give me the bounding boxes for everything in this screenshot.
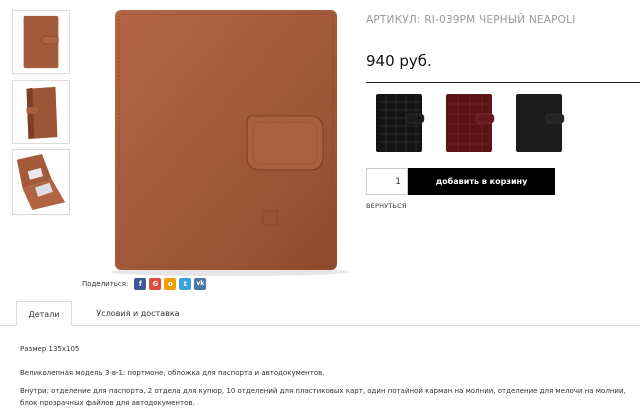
share-bar: Поделиться: f G о t vk xyxy=(82,277,209,291)
share-label: Поделиться: xyxy=(82,280,129,288)
google-plus-icon[interactable]: G xyxy=(149,278,162,290)
product-main-image xyxy=(105,6,355,276)
tab-delivery[interactable]: Условия и доставка xyxy=(86,301,190,326)
thumbnail-open[interactable] xyxy=(12,149,70,215)
variant-black-croc-image xyxy=(376,94,425,152)
thumbnail-front[interactable] xyxy=(12,10,70,74)
thumbnail-side[interactable] xyxy=(12,80,70,144)
back-link[interactable]: ВЕРНУТЬСЯ xyxy=(366,202,407,210)
quantity-input[interactable] xyxy=(366,168,408,195)
wallet-side-image xyxy=(13,81,69,143)
variant-black-smooth-image xyxy=(516,94,565,152)
variant-black-croc[interactable] xyxy=(366,88,434,158)
product-price: 940 руб. xyxy=(366,52,432,70)
odnoklassniki-icon[interactable]: о xyxy=(164,278,177,290)
variant-bordeaux-croc[interactable] xyxy=(436,88,504,158)
color-variants xyxy=(366,88,576,158)
facebook-icon[interactable]: f xyxy=(134,278,147,290)
tab-details[interactable]: Детали xyxy=(16,301,72,326)
product-sku: АРТИКУЛ: RI-039PM ЧЕРНЫЙ NEAPOLI xyxy=(366,14,576,26)
wallet-open-image xyxy=(13,150,69,214)
variant-bordeaux-croc-image xyxy=(446,94,495,152)
vk-icon[interactable]: vk xyxy=(194,278,207,290)
description-inside: Внутри: отделение для паспорта, 2 отдела… xyxy=(20,387,626,407)
variant-black-smooth[interactable] xyxy=(506,88,574,158)
divider xyxy=(366,82,640,83)
wallet-front-image xyxy=(13,11,69,73)
description-model: Великолепная модель 3-в-1: портмоне, обл… xyxy=(20,369,325,377)
description-size: Размер 135x105 xyxy=(20,345,80,353)
twitter-icon[interactable]: t xyxy=(179,278,192,290)
add-to-cart-button[interactable]: добавить в корзину xyxy=(408,168,555,195)
